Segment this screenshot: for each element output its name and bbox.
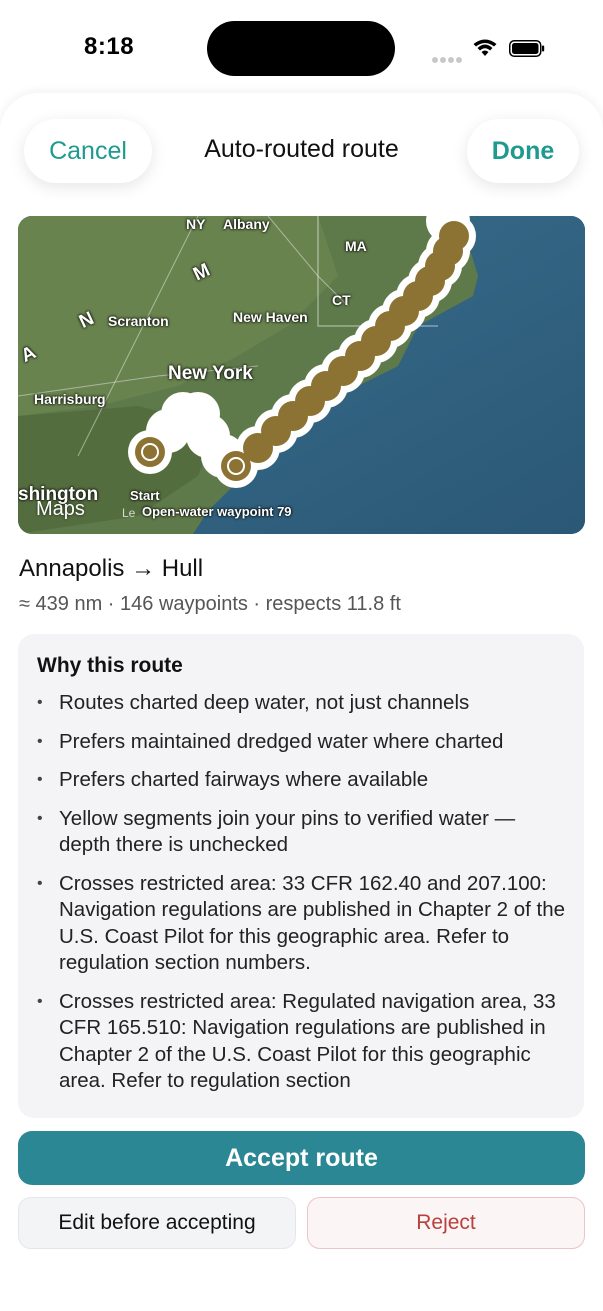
why-item: Crosses restricted area: 33 CFR 162.40 a… bbox=[37, 871, 567, 977]
route-summary: ≈ 439 nm · 146 waypoints · respects 11.8… bbox=[19, 593, 401, 615]
why-item: Prefers charted fairways where available bbox=[37, 767, 567, 794]
map-label-ma: MA bbox=[345, 238, 367, 254]
map-label-new-york: New York bbox=[168, 363, 253, 384]
dynamic-island bbox=[207, 21, 395, 76]
wifi-icon bbox=[473, 39, 497, 56]
why-heading: Why this route bbox=[37, 654, 183, 677]
map-terrain bbox=[18, 216, 585, 534]
status-bar: 8:18 bbox=[0, 0, 603, 95]
apple-maps-logo: Maps bbox=[36, 498, 85, 520]
why-item: Routes charted deep water, not just chan… bbox=[37, 690, 567, 717]
status-time: 8:18 bbox=[84, 33, 135, 60]
route-map[interactable]: NY Albany MA M CT N Scranton New Haven A… bbox=[18, 216, 585, 534]
why-item: Yellow segments join your pins to verifi… bbox=[37, 806, 567, 859]
battery-icon bbox=[509, 40, 545, 57]
reject-button[interactable]: Reject bbox=[307, 1197, 585, 1249]
why-this-route-panel: Why this route Routes charted deep water… bbox=[18, 634, 584, 1118]
edit-before-accepting-button[interactable]: Edit before accepting bbox=[18, 1197, 296, 1249]
why-item: Prefers maintained dredged water where c… bbox=[37, 729, 567, 756]
map-label-albany: Albany bbox=[223, 216, 270, 232]
cellular-signal-icon bbox=[432, 50, 464, 63]
route-title: Annapolis → Hull bbox=[19, 555, 204, 582]
map-label-waypoint: Open-water waypoint 79 bbox=[142, 504, 292, 519]
map-legal-link[interactable]: Le bbox=[122, 506, 135, 520]
why-list: Routes charted deep water, not just chan… bbox=[37, 690, 567, 1107]
map-label-ct: CT bbox=[332, 292, 351, 308]
done-button[interactable]: Done bbox=[467, 119, 579, 183]
accept-route-button[interactable]: Accept route bbox=[18, 1131, 585, 1185]
map-label-harrisburg: Harrisburg bbox=[34, 391, 106, 407]
why-item: Crosses restricted area: Regulated navig… bbox=[37, 989, 567, 1095]
map-label-new-haven: New Haven bbox=[233, 309, 308, 325]
map-label-start: Start bbox=[130, 488, 160, 503]
map-label-scranton: Scranton bbox=[108, 313, 169, 329]
route-sheet: Cancel Auto-routed route Done NY Albany … bbox=[0, 93, 603, 1311]
map-label-ny: NY bbox=[186, 216, 206, 232]
